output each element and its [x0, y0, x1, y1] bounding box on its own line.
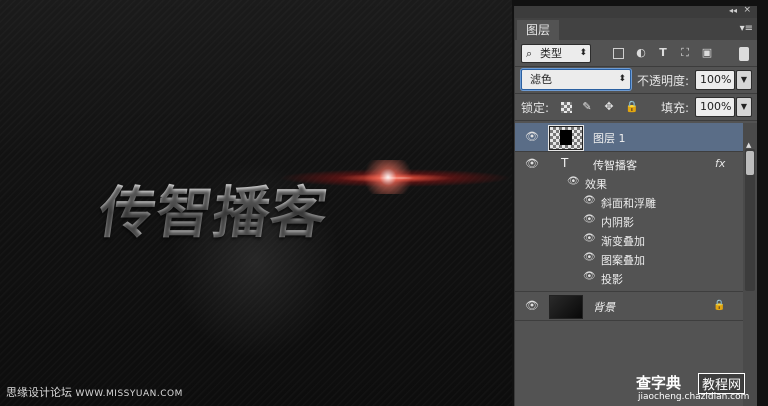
site-watermark-box: 教程网 [698, 373, 746, 394]
filter-kind-select[interactable]: ⌕ 类型 ⬍ [521, 44, 591, 63]
canvas-title-text: 传智播客 [94, 168, 333, 249]
layer-thumbnail [548, 125, 584, 151]
site-watermark-url: jiaocheng.chazidian.com [638, 392, 750, 402]
layer-row-background[interactable]: 👁 背景 🔒 [515, 292, 743, 320]
forum-watermark-brand: 思缘设计论坛 [6, 386, 72, 399]
panel-menu-icon[interactable]: ▾≡ [740, 23, 753, 34]
site-watermark-name: 查字典 [636, 374, 682, 392]
opacity-value: 100% [700, 73, 732, 86]
layers-panel: ◂◂ × 图层 ▾≡ ⌕ 类型 ⬍ ◐ T ⛶ ▣ 滤色 ⬍ 不透明度: 100… [514, 5, 757, 406]
effect-row[interactable]: 👁 内阴影 [515, 211, 743, 229]
effect-label: 内阴影 [601, 216, 634, 229]
layer-thumbnail [549, 295, 583, 319]
tab-layers[interactable]: 图层 [517, 20, 559, 40]
lock-label: 锁定: [521, 101, 550, 115]
effect-row[interactable]: 👁 渐变叠加 [515, 230, 743, 248]
effect-label: 渐变叠加 [601, 235, 645, 248]
layers-scrollbar[interactable]: ▲ [743, 123, 757, 406]
effects-group-label: 效果 [585, 178, 607, 191]
opacity-dropdown-icon[interactable]: ▼ [736, 70, 752, 90]
text-layer-type-icon: T [561, 156, 569, 170]
effect-label: 投影 [601, 273, 623, 286]
lock-pixels-brush-icon[interactable]: ✎ [581, 101, 593, 113]
effects-visibility-eye-icon[interactable]: 👁 [567, 176, 580, 188]
effect-visibility-eye-icon[interactable]: 👁 [583, 271, 596, 283]
panel-tabbar: 图层 ▾≡ [515, 18, 757, 40]
adjustment-filter-icon[interactable]: ◐ [635, 47, 647, 59]
effect-row[interactable]: 👁 图案叠加 [515, 249, 743, 267]
effect-label: 斜面和浮雕 [601, 197, 656, 210]
effect-visibility-eye-icon[interactable]: 👁 [583, 195, 596, 207]
layer-separator [515, 320, 743, 321]
effects-group-row[interactable]: 👁 效果 [515, 173, 743, 191]
layer-lock-icon: 🔒 [713, 300, 726, 311]
effect-visibility-eye-icon[interactable]: 👁 [583, 214, 596, 226]
collapse-panel-icon[interactable]: ◂◂ [729, 6, 737, 15]
smartobject-filter-icon[interactable]: ▣ [701, 47, 713, 59]
filter-toggle-switch[interactable] [739, 47, 749, 61]
forum-watermark: 思缘设计论坛 WWW.MISSYUAN.COM [6, 384, 183, 400]
visibility-eye-icon[interactable]: 👁 [525, 158, 539, 170]
fill-dropdown-icon[interactable]: ▼ [736, 97, 752, 117]
shape-filter-icon[interactable]: ⛶ [679, 47, 691, 59]
fill-label: 填充: [661, 101, 690, 115]
lock-row: 锁定: ✎ ✥ 🔒 填充: 100% ▼ [515, 94, 757, 120]
lock-position-move-icon[interactable]: ✥ [603, 101, 615, 113]
close-panel-icon[interactable]: × [743, 5, 751, 15]
select-arrows-icon: ⬍ [618, 74, 626, 84]
layer-row-layer1[interactable]: 👁 图层 1 [515, 123, 743, 151]
lock-all-icon[interactable]: 🔒 [625, 101, 639, 113]
layer-row-text[interactable]: 👁 T 传智播客 fx [515, 152, 743, 172]
layer-name[interactable]: 背景 [593, 299, 615, 315]
blend-mode-value: 滤色 [530, 73, 552, 86]
opacity-label: 不透明度: [637, 74, 690, 88]
lock-transparency-icon[interactable] [561, 102, 572, 113]
search-icon: ⌕ [526, 47, 533, 60]
blend-row: 滤色 ⬍ 不透明度: 100% ▼ [515, 67, 757, 93]
fill-field[interactable]: 100% [695, 97, 735, 117]
effect-row[interactable]: 👁 投影 [515, 268, 743, 286]
effect-label: 图案叠加 [601, 254, 645, 267]
blend-mode-select[interactable]: 滤色 ⬍ [521, 69, 631, 90]
scroll-up-arrow-icon[interactable]: ▲ [746, 141, 751, 149]
forum-watermark-url: WWW.MISSYUAN.COM [75, 389, 183, 399]
filter-kind-value: 类型 [540, 47, 562, 60]
select-arrows-icon: ⬍ [579, 48, 587, 58]
opacity-field[interactable]: 100% [695, 70, 735, 90]
divider [515, 120, 757, 121]
scroll-thumb[interactable] [746, 151, 754, 175]
image-filter-icon[interactable] [613, 48, 624, 59]
effect-visibility-eye-icon[interactable]: 👁 [583, 252, 596, 264]
lens-flare-core [358, 160, 418, 194]
effect-visibility-eye-icon[interactable]: 👁 [583, 233, 596, 245]
site-watermark: 查字典 教程网 jiaocheng.chazidian.com [636, 372, 768, 406]
layer-filter-row: ⌕ 类型 ⬍ ◐ T ⛶ ▣ [515, 40, 757, 66]
layers-list: 👁 图层 1 👁 T 传智播客 fx 👁 效果 👁 斜面和浮雕 👁 内阴影 � [515, 123, 743, 406]
layer-name[interactable]: 图层 1 [593, 130, 626, 146]
layer-name[interactable]: 传智播客 [593, 157, 637, 173]
visibility-eye-icon[interactable]: 👁 [525, 300, 539, 312]
visibility-eye-icon[interactable]: 👁 [525, 131, 539, 143]
layer-mask-content [560, 130, 572, 145]
type-filter-icon[interactable]: T [657, 47, 669, 59]
layer-effects-fx-icon[interactable]: fx [715, 157, 725, 170]
panel-titlebar: ◂◂ × [515, 5, 757, 18]
fill-value: 100% [700, 100, 732, 113]
document-canvas[interactable]: 传智播客 思缘设计论坛 WWW.MISSYUAN.COM [0, 0, 560, 406]
effect-row[interactable]: 👁 斜面和浮雕 [515, 192, 743, 210]
